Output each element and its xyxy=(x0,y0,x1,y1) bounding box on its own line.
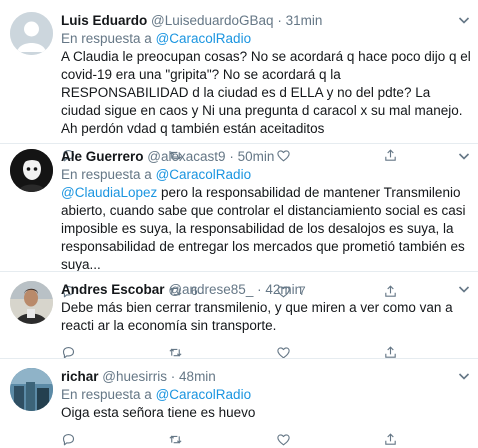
tweet-header: Andres Escobar @andrese85_ · 42min xyxy=(61,281,472,299)
reply-context: En respuesta a @CaracolRadio xyxy=(61,166,472,184)
avatar[interactable] xyxy=(10,281,53,324)
like-button[interactable] xyxy=(276,430,299,448)
retweet-button[interactable] xyxy=(168,430,191,448)
tweet-text: @ClaudiaLopez pero la responsabilidad de… xyxy=(61,184,472,274)
separator-dot: · xyxy=(229,149,234,164)
tweet-header: richar @huesirris · 48min xyxy=(61,368,472,386)
tweet-header: Luis Eduardo @LuiseduardoGBaq · 31min xyxy=(61,12,472,30)
tweet-ale-guerrero[interactable]: Ale Guerrero @alexacast9 · 50min En resp… xyxy=(0,144,478,298)
like-icon xyxy=(277,433,290,445)
chevron-down-icon xyxy=(458,17,470,24)
user-name[interactable]: Ale Guerrero xyxy=(61,149,144,164)
avatar[interactable] xyxy=(10,368,53,411)
timestamp[interactable]: 48min xyxy=(179,369,216,384)
chevron-down-icon xyxy=(458,373,470,380)
user-handle[interactable]: @LuiseduardoGBaq xyxy=(151,13,274,28)
share-button[interactable] xyxy=(383,430,398,448)
tweet-richar[interactable]: richar @huesirris · 48min En respuesta a… xyxy=(0,359,478,445)
avatar[interactable] xyxy=(10,12,53,55)
tweet-text: Oiga esta señora tiene es huevo xyxy=(61,405,256,420)
timestamp[interactable]: 31min xyxy=(286,13,323,28)
reply-button[interactable] xyxy=(61,430,76,448)
share-icon xyxy=(385,432,396,445)
separator-dot: · xyxy=(257,282,262,297)
reply-prefix: En respuesta a xyxy=(61,31,152,46)
avatar-photo-icon xyxy=(10,149,53,192)
separator-dot: · xyxy=(170,369,176,384)
user-handle[interactable]: @andrese85_ xyxy=(168,282,253,297)
tweet-text: A Claudia le preocupan cosas? No se acor… xyxy=(61,49,471,136)
more-options-button[interactable] xyxy=(456,368,472,384)
retweet-icon xyxy=(169,435,182,443)
reply-context: En respuesta a @CaracolRadio xyxy=(61,30,472,48)
tweet-actions xyxy=(61,430,472,448)
reply-to-link[interactable]: @CaracolRadio xyxy=(156,31,252,46)
timestamp[interactable]: 42min xyxy=(265,282,302,297)
avatar-photo-icon xyxy=(10,368,53,411)
reply-prefix: En respuesta a xyxy=(61,167,152,182)
mention-link[interactable]: @ClaudiaLopez xyxy=(61,185,157,200)
more-options-button[interactable] xyxy=(456,12,472,28)
avatar-placeholder-icon xyxy=(10,12,53,55)
user-name[interactable]: Andres Escobar xyxy=(61,282,165,297)
more-options-button[interactable] xyxy=(456,148,472,164)
tweet-header: Ale Guerrero @alexacast9 · 50min xyxy=(61,148,472,166)
reply-context: En respuesta a @CaracolRadio xyxy=(61,386,472,404)
timestamp[interactable]: 50min xyxy=(238,149,275,164)
reply-to-link[interactable]: @CaracolRadio xyxy=(156,387,252,402)
chevron-down-icon xyxy=(458,286,470,293)
tweet-andres-escobar[interactable]: Andres Escobar @andrese85_ · 42min Debe … xyxy=(0,272,478,358)
more-options-button[interactable] xyxy=(456,281,472,297)
avatar-photo-icon xyxy=(10,281,53,324)
reply-prefix: En respuesta a xyxy=(61,387,152,402)
user-handle[interactable]: @alexacast9 xyxy=(147,149,225,164)
tweet-luis-eduardo[interactable]: Luis Eduardo @LuiseduardoGBaq · 31min En… xyxy=(0,0,478,161)
user-name[interactable]: Luis Eduardo xyxy=(61,13,147,28)
separator-dot: · xyxy=(277,13,282,28)
tweet-text: Debe más bien cerrar transmilenio, y que… xyxy=(61,300,453,333)
user-handle[interactable]: @huesirris xyxy=(102,369,167,384)
reply-to-link[interactable]: @CaracolRadio xyxy=(156,167,252,182)
chevron-down-icon xyxy=(458,153,470,160)
user-name[interactable]: richar xyxy=(61,369,99,384)
avatar[interactable] xyxy=(10,149,53,192)
reply-icon xyxy=(62,433,75,445)
